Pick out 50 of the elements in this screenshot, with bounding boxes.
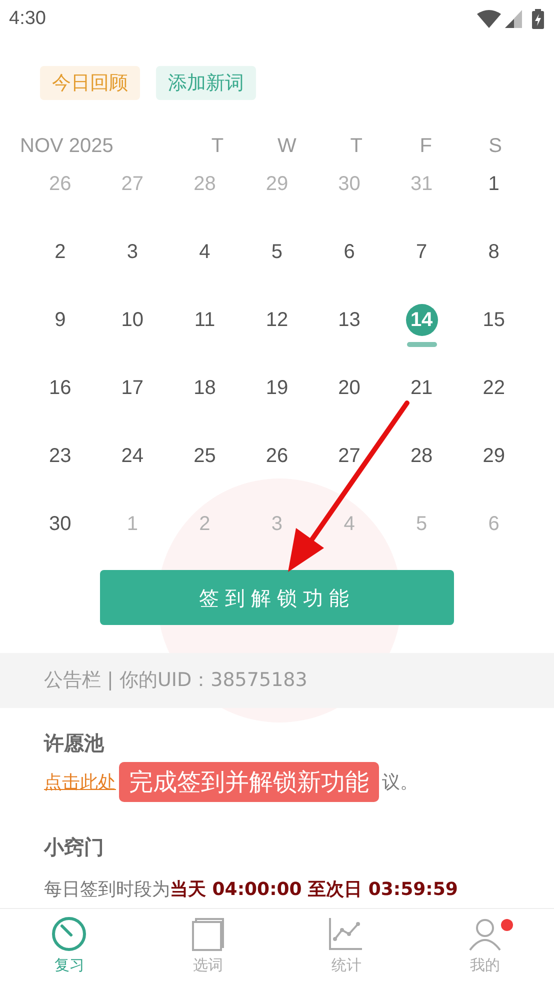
calendar-day[interactable]: 5 (260, 236, 293, 268)
calendar-day[interactable]: 28 (406, 440, 438, 472)
calendar-day[interactable]: 11 (188, 304, 221, 336)
calendar-day[interactable]: 21 (406, 372, 438, 404)
weekday-label: W (276, 134, 298, 159)
weekday-label: S (488, 134, 503, 159)
calendar-day[interactable]: 23 (44, 440, 76, 472)
calendar-month: NOV 2025 (20, 134, 114, 159)
calendar-day[interactable]: 4 (188, 236, 221, 268)
signal-icon (505, 10, 522, 28)
calendar-day[interactable]: 13 (333, 304, 366, 336)
calendar-day[interactable]: 19 (260, 372, 293, 404)
calendar-day[interactable]: 29 (478, 440, 510, 472)
calendar-day[interactable]: 16 (44, 372, 76, 404)
calendar-day[interactable]: 24 (116, 440, 148, 472)
calendar-day[interactable]: 6 (333, 236, 366, 268)
calendar-day[interactable]: 25 (188, 440, 221, 472)
calendar-day[interactable]: 26 (260, 440, 293, 472)
calendar-day[interactable]: 27 (333, 440, 366, 472)
calendar-day[interactable]: 1 (478, 168, 510, 200)
calendar-day[interactable]: 7 (406, 236, 438, 268)
calendar-day[interactable]: 30 (44, 508, 76, 540)
calendar-day[interactable]: 10 (116, 304, 148, 336)
calendar-day[interactable]: 3 (116, 236, 148, 268)
line-chart-icon (328, 916, 364, 952)
calendar-day[interactable]: 12 (260, 304, 293, 336)
weekday-label: T (210, 134, 225, 159)
annotation-label: 完成签到并解锁新功能 (119, 762, 379, 802)
wifi-icon (477, 10, 501, 28)
gauge-icon (51, 916, 88, 952)
calendar-day[interactable]: 17 (116, 372, 148, 404)
notice-text: 公告栏 | 你的UID：38575183 (44, 668, 308, 694)
calendar-day[interactable]: 20 (333, 372, 366, 404)
user-icon (466, 916, 503, 952)
section-title: 小窍门 (44, 834, 105, 861)
calendar-day[interactable]: 22 (478, 372, 510, 404)
weekday-label: T (349, 134, 364, 159)
today-underline (406, 342, 437, 347)
battery-icon (532, 9, 544, 29)
calendar-day[interactable]: 9 (44, 304, 76, 336)
wish-text: 议。 (382, 770, 418, 794)
tip-text: 每日签到时段为当天 04:00:00 至次日 03:59:59 (44, 878, 459, 902)
calendar-day[interactable]: 2 (44, 236, 76, 268)
calendar-day[interactable]: 8 (478, 236, 510, 268)
calendar-day[interactable]: 15 (478, 304, 510, 336)
weekday-label: F (418, 134, 433, 159)
status-time: 4:30 (9, 6, 46, 31)
calendar-day[interactable]: 18 (188, 372, 221, 404)
section-title: 许愿池 (44, 730, 106, 757)
cards-icon (190, 916, 226, 952)
